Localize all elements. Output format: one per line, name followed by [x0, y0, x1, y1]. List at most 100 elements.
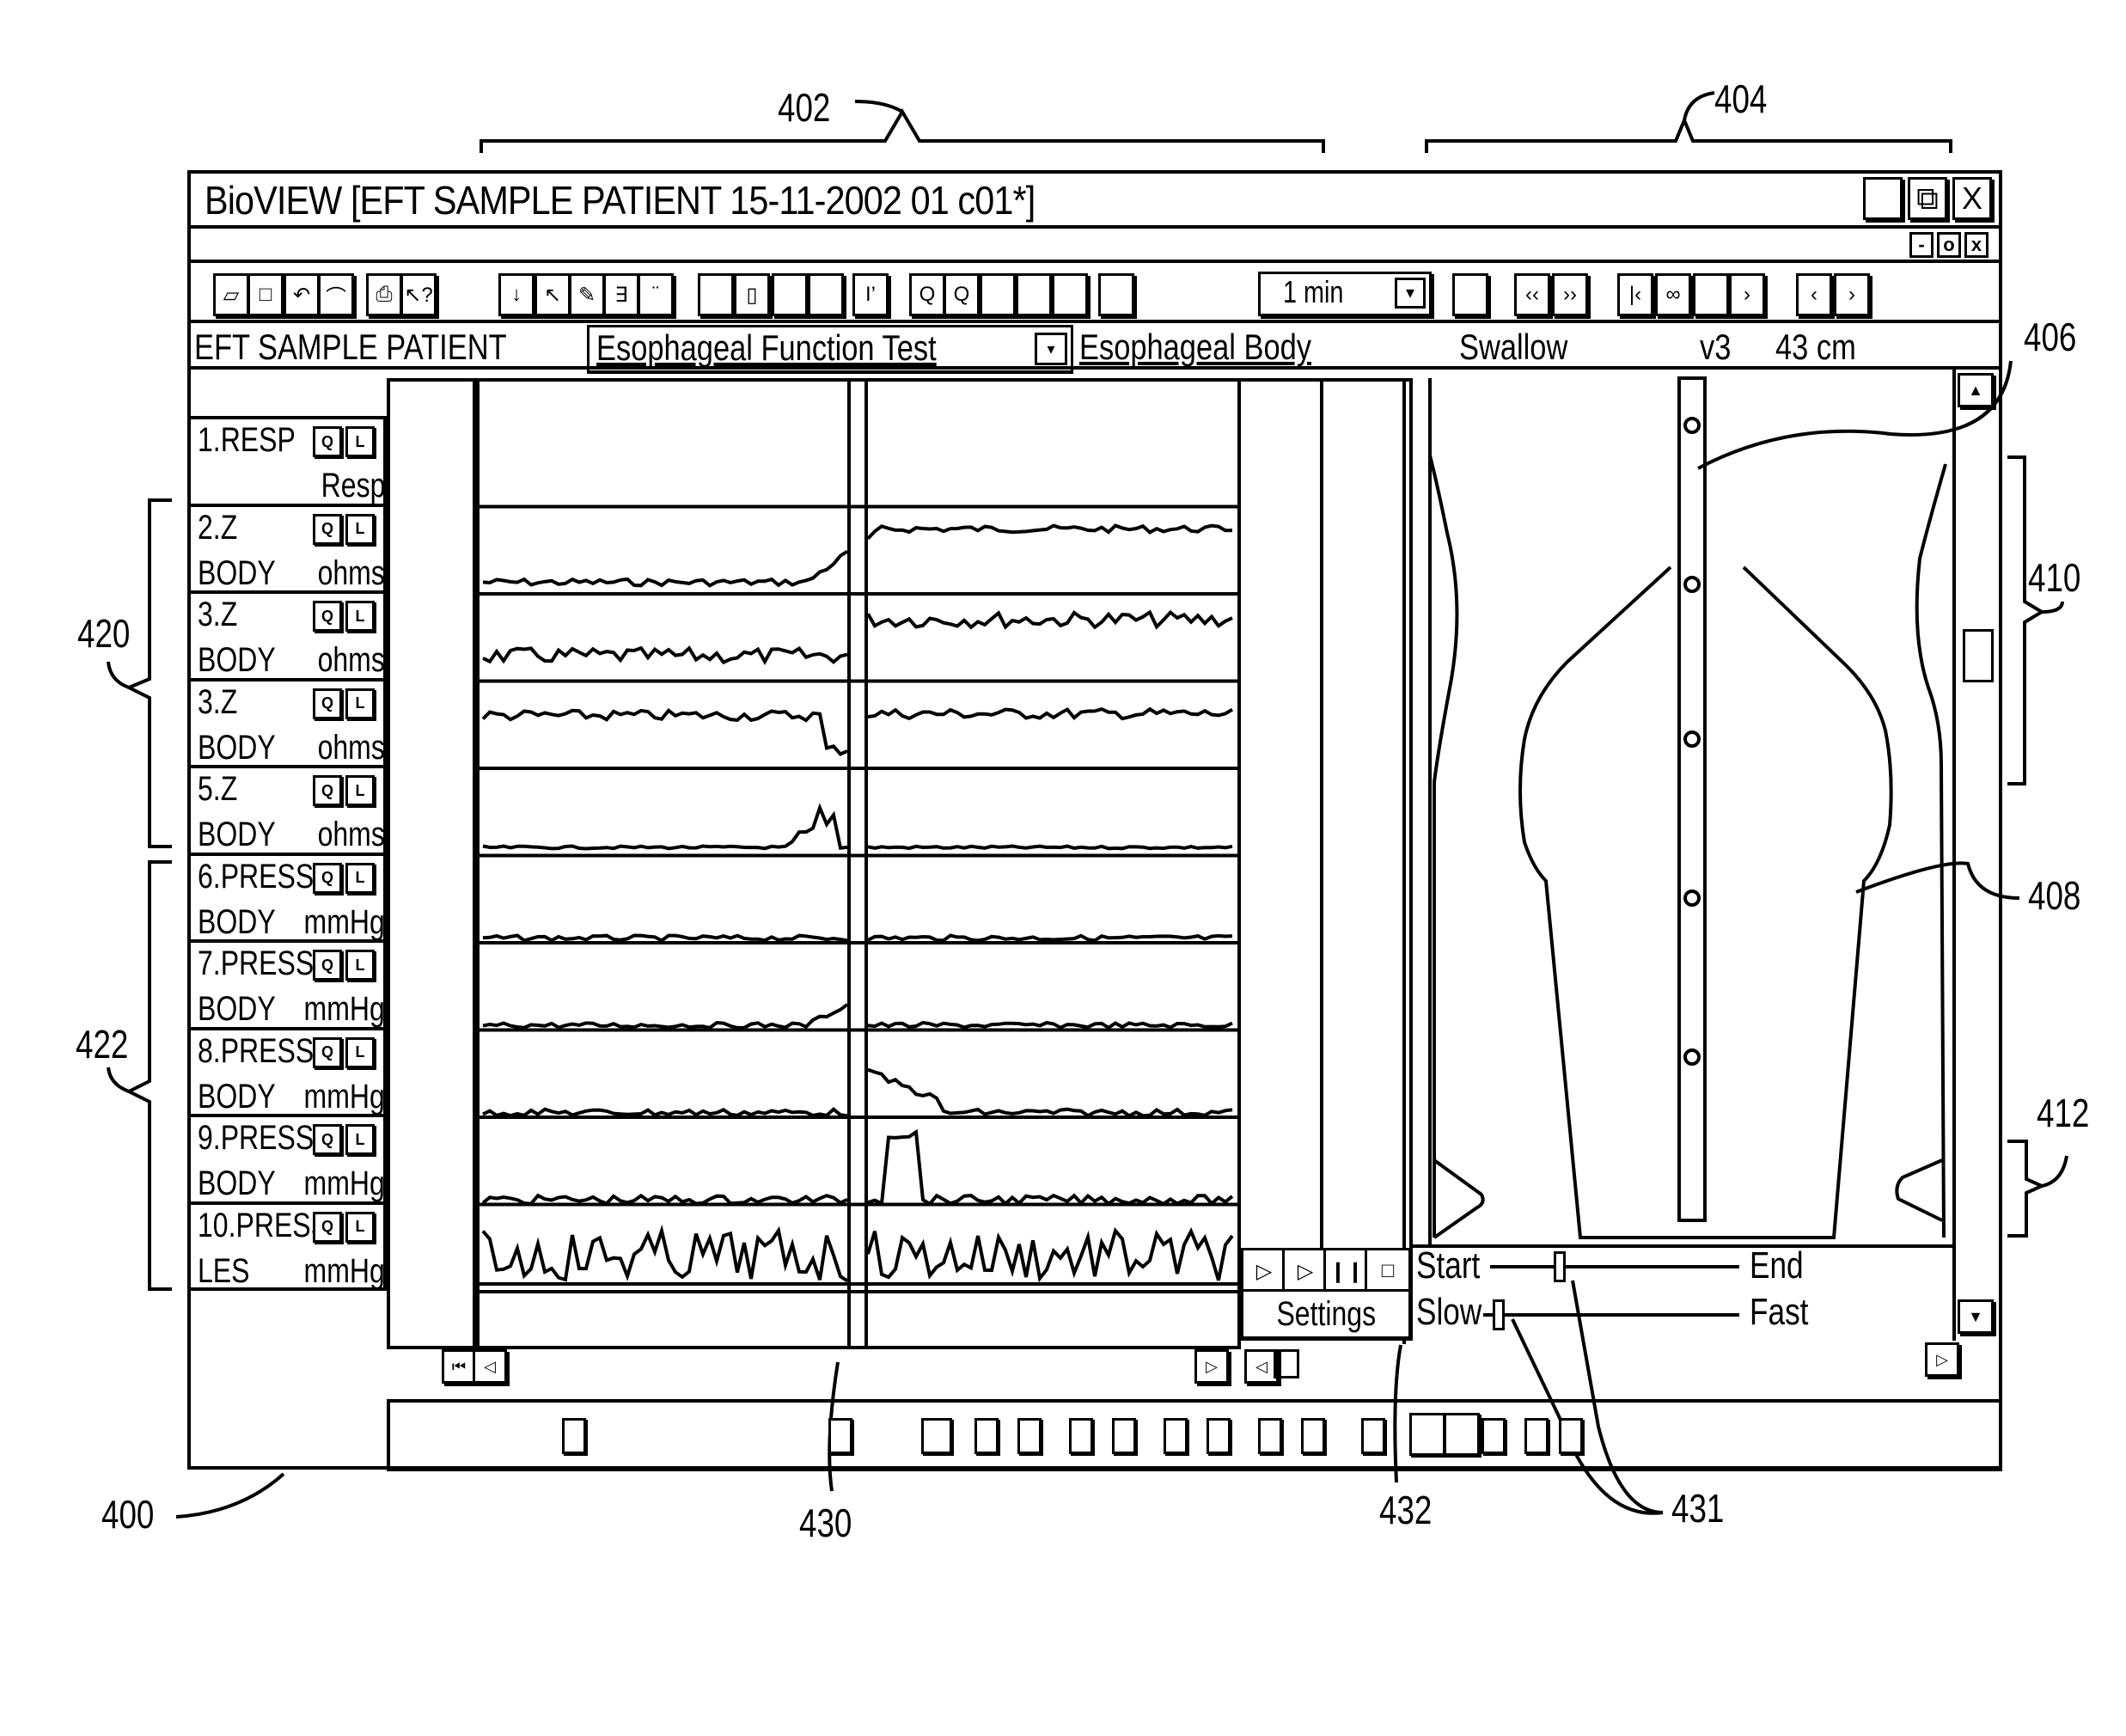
scale-icon[interactable]: Q [313, 688, 342, 719]
restore-button[interactable]: ⧉ [1908, 177, 1947, 220]
speed-slider[interactable] [1483, 1299, 1739, 1330]
toolbar-button[interactable]: I’ [852, 273, 889, 316]
event-marker[interactable] [1017, 1418, 1042, 1454]
toolbar-button[interactable]: Q [944, 273, 980, 316]
event-marker[interactable] [1207, 1418, 1231, 1454]
toolbar-button[interactable]: ¨ [638, 273, 674, 316]
time-scale-select[interactable]: 1 min ▾ [1258, 272, 1432, 316]
close-button[interactable]: X [1952, 177, 1992, 220]
label-icon[interactable]: L [345, 950, 375, 981]
event-marker[interactable] [1112, 1418, 1136, 1454]
animation-scroll-right-button[interactable]: ▷ [1925, 1342, 1959, 1377]
event-marker[interactable] [1069, 1418, 1093, 1454]
settings-button[interactable]: Settings [1241, 1289, 1411, 1339]
toolbar-nav-button[interactable]: ‹ [1796, 273, 1832, 316]
event-marker[interactable] [1559, 1418, 1583, 1454]
label-icon[interactable]: L [345, 862, 375, 894]
toolbar-button[interactable]: ⌒ [318, 273, 354, 316]
toolbar-button[interactable] [980, 273, 1016, 316]
label-icon[interactable]: L [345, 775, 375, 806]
label-icon[interactable]: L [345, 513, 375, 545]
toolbar-button[interactable] [1052, 273, 1088, 316]
channel-row[interactable]: 1.RESP Resp Q L [191, 416, 387, 507]
channel-row[interactable]: 5.Z BODY ohms Q L [191, 765, 387, 856]
waveform-hscrollbar[interactable]: ⏮ ◁ ▷ [387, 1346, 1241, 1384]
toolbar-button[interactable] [698, 273, 734, 316]
event-marker[interactable] [828, 1418, 852, 1454]
scale-icon[interactable]: Q [313, 1124, 342, 1155]
channel-row[interactable]: 10.PRESS LES mmHg Q L [191, 1201, 387, 1293]
event-marker[interactable] [1361, 1418, 1385, 1454]
scroll-left-button[interactable]: ◁ [473, 1349, 507, 1384]
vscroll-thumb[interactable] [1963, 629, 1994, 682]
mdi-close-button[interactable]: x [1964, 232, 1989, 258]
toolbar-nav-button[interactable]: › [1729, 273, 1765, 316]
toolbar-nav-button[interactable]: ∞ [1655, 273, 1691, 316]
event-marker[interactable] [1409, 1413, 1445, 1456]
label-icon[interactable]: L [345, 1036, 375, 1068]
scale-icon[interactable]: Q [313, 1211, 342, 1243]
scroll-right-button[interactable]: ▷ [1194, 1349, 1229, 1384]
label-icon[interactable]: L [345, 601, 375, 632]
scale-icon[interactable]: Q [313, 862, 342, 894]
play-button[interactable]: ▷ [1241, 1248, 1287, 1294]
toolbar-button[interactable]: ✎ [569, 273, 605, 316]
label-icon[interactable]: L [345, 1211, 375, 1243]
event-marker[interactable] [1258, 1418, 1282, 1454]
toolbar-nav-button[interactable]: ‹‹ [1514, 273, 1550, 316]
toolbar-nav-button[interactable] [1693, 273, 1729, 316]
toolbar-button[interactable] [1098, 273, 1134, 316]
toolbar-button[interactable] [808, 273, 844, 316]
toolbar-button[interactable]: ⎙ [366, 273, 402, 316]
toolbar-button[interactable]: □ [247, 273, 284, 316]
scroll-down-button[interactable]: ▼ [1958, 1299, 1994, 1334]
channel-row[interactable]: 2.Z BODY ohms Q L [191, 503, 387, 595]
scale-icon[interactable]: Q [313, 775, 342, 806]
toolbar-nav-button[interactable] [1452, 273, 1488, 316]
event-marker[interactable] [1444, 1413, 1480, 1456]
toolbar-button[interactable]: ▱ [213, 273, 249, 316]
mdi-minimize-button[interactable]: - [1909, 232, 1934, 258]
toolbar-nav-button[interactable]: ›› [1552, 273, 1588, 316]
event-marker[interactable] [1164, 1418, 1188, 1454]
event-marker[interactable] [1301, 1418, 1325, 1454]
toolbar-button[interactable] [1016, 273, 1052, 316]
mdi-restore-button[interactable]: o [1937, 232, 1961, 258]
scroll-first-button[interactable]: ⏮ [442, 1349, 476, 1384]
channel-row[interactable]: 9.PRESS BODY mmHg Q L [191, 1114, 387, 1205]
scale-icon[interactable]: Q [313, 513, 342, 545]
label-icon[interactable]: L [345, 426, 375, 457]
animation-vscrollbar[interactable]: ▲ ▼ [1952, 370, 1995, 1341]
toolbar-button[interactable]: Q [909, 273, 945, 316]
position-slider-thumb[interactable] [1554, 1251, 1567, 1282]
speed-slider-thumb[interactable] [1492, 1299, 1505, 1330]
event-marker[interactable] [1524, 1418, 1549, 1454]
toolbar-nav-button[interactable]: › [1834, 273, 1870, 316]
event-marker[interactable] [974, 1418, 999, 1454]
pause-button[interactable]: ❙❙ [1323, 1248, 1370, 1294]
stop-button[interactable]: □ [1365, 1248, 1411, 1294]
side-hscrollbar[interactable]: ◁ [1241, 1346, 1310, 1384]
toolbar-button[interactable]: ↓ [498, 273, 535, 316]
channel-row[interactable]: 8.PRESS BODY mmHg Q L [191, 1026, 387, 1118]
channel-row[interactable]: 6.PRESS BODY mmHg Q L [191, 852, 387, 944]
toolbar-button[interactable]: ∃ [603, 273, 639, 316]
channel-row[interactable]: 3.Z BODY ohms Q L [191, 590, 387, 682]
toolbar-button[interactable]: ▯ [734, 273, 770, 316]
scale-icon[interactable]: Q [313, 601, 342, 632]
scroll-up-button[interactable]: ▲ [1958, 373, 1994, 407]
label-icon[interactable]: L [345, 1124, 375, 1155]
test-type-select[interactable]: Esophageal Function Test ▾ [587, 325, 1073, 374]
event-marker[interactable] [562, 1418, 586, 1454]
event-marker[interactable] [1481, 1418, 1506, 1454]
channel-row[interactable]: 7.PRESS BODY mmHg Q L [191, 939, 387, 1030]
event-marker[interactable] [921, 1418, 952, 1454]
side-scroll-thumb[interactable] [1274, 1349, 1299, 1378]
toolbar-button[interactable]: ↶ [284, 273, 320, 316]
toolbar-button[interactable]: ↖? [400, 273, 437, 316]
minimize-button[interactable] [1863, 177, 1903, 220]
scale-icon[interactable]: Q [313, 426, 342, 457]
scale-icon[interactable]: Q [313, 1036, 342, 1068]
label-icon[interactable]: L [345, 688, 375, 719]
play-slow-button[interactable]: ▷ [1282, 1248, 1329, 1294]
